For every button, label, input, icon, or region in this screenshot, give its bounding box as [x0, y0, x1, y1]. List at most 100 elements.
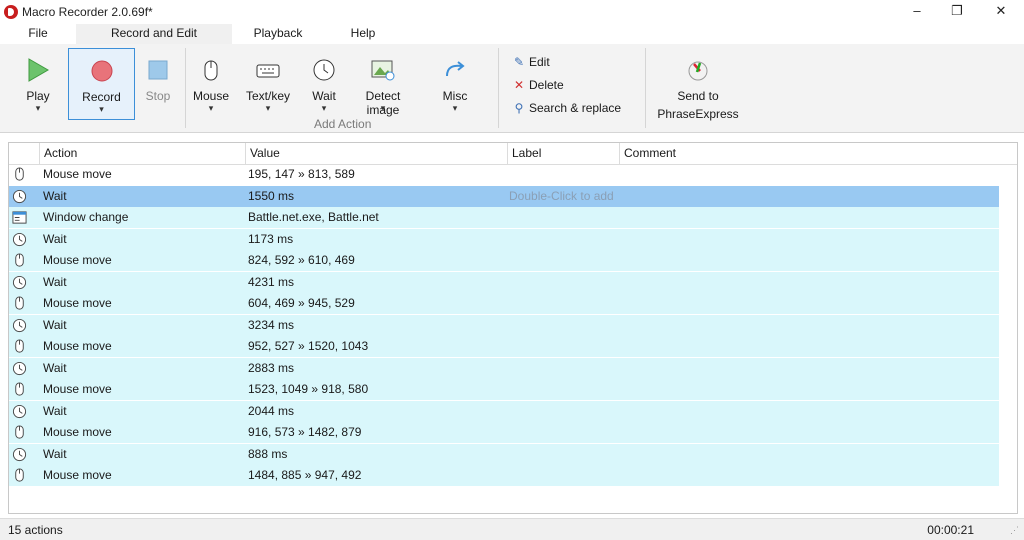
clock-icon — [12, 232, 27, 247]
table-row[interactable]: Mouse move 952, 527 » 1520, 1043 — [9, 336, 999, 357]
menu-bar: File Record and Edit Playback Help — [0, 24, 1024, 44]
value-cell: 888 ms — [248, 446, 288, 461]
action-count: 15 actions — [8, 523, 63, 537]
add-action-group-label: Add Action — [314, 117, 372, 131]
search-icon: ⚲ — [514, 101, 524, 115]
redo-arrow-icon — [446, 61, 465, 77]
value-cell: 916, 573 » 1482, 879 — [248, 425, 362, 439]
keyboard-icon — [256, 64, 280, 78]
clock-icon — [12, 318, 27, 333]
menu-record-and-edit[interactable]: Record and Edit — [76, 24, 232, 44]
action-cell: Wait — [43, 446, 67, 461]
action-cell: Wait — [43, 403, 67, 418]
action-cell: Wait — [43, 188, 67, 203]
mouse-icon — [12, 253, 27, 268]
mouse-icon — [12, 468, 27, 483]
column-header-label[interactable]: Label — [507, 143, 619, 164]
resize-grip-icon[interactable]: ⋰ — [1010, 525, 1020, 535]
wait-dropdown-caret[interactable]: ▾ — [302, 103, 346, 114]
table-row[interactable]: Mouse move 604, 469 » 945, 529 — [9, 293, 999, 314]
ribbon-toolbar: Play ▾ Record ▾ Stop Mouse ▾ Text/key ▾ … — [0, 44, 1024, 133]
action-cell: Mouse move — [43, 339, 112, 353]
table-row[interactable]: Window change Battle.net.exe, Battle.net — [9, 207, 999, 228]
clock-icon — [313, 59, 335, 81]
table-row[interactable]: Wait 2883 ms — [9, 357, 999, 379]
table-row[interactable]: Mouse move 824, 592 » 610, 469 — [9, 250, 999, 271]
table-row[interactable]: Mouse move 1484, 885 » 947, 492 — [9, 465, 999, 486]
play-dropdown-caret[interactable]: ▾ — [8, 103, 68, 114]
mouse-icon — [12, 167, 27, 182]
table-row[interactable]: Wait 1550 ms Double-Click to add la — [9, 185, 999, 207]
column-header-comment[interactable]: Comment — [619, 143, 999, 164]
column-icon-header — [9, 143, 39, 164]
table-row[interactable]: Mouse move 916, 573 » 1482, 879 — [9, 422, 999, 443]
action-cell: Mouse move — [43, 253, 112, 267]
record-button[interactable]: Record ▾ — [68, 48, 135, 120]
mouse-icon — [12, 339, 27, 354]
action-cell: Wait — [43, 317, 67, 332]
maximize-button[interactable]: ❐ — [934, 0, 980, 24]
menu-file[interactable]: File — [18, 24, 58, 44]
stop-button[interactable]: Stop — [136, 48, 180, 118]
misc-dropdown-caret[interactable]: ▾ — [432, 103, 478, 114]
textkey-action-button[interactable]: Text/key ▾ — [240, 48, 296, 118]
misc-label: Misc — [442, 89, 468, 103]
value-cell: 1484, 885 » 947, 492 — [248, 468, 362, 482]
value-cell: 1550 ms — [248, 188, 295, 203]
clock-icon — [12, 361, 27, 376]
ribbon-separator — [498, 48, 499, 128]
edit-button[interactable]: ✎ Edit — [512, 55, 550, 73]
mouse-icon — [12, 296, 27, 311]
value-cell: 195, 147 » 813, 589 — [248, 167, 355, 181]
table-row[interactable]: Wait 888 ms — [9, 443, 999, 465]
action-cell: Wait — [43, 360, 67, 375]
clock-icon — [12, 189, 27, 204]
mouse-icon — [204, 60, 218, 81]
column-header-value[interactable]: Value — [245, 143, 507, 164]
ribbon-separator — [185, 48, 186, 128]
menu-playback[interactable]: Playback — [245, 24, 311, 44]
record-dropdown-caret[interactable]: ▾ — [69, 104, 134, 115]
column-header-action[interactable]: Action — [39, 143, 245, 164]
macro-action-list[interactable]: Action Value Label Comment Mouse move 195… — [8, 142, 1018, 514]
action-cell: Wait — [43, 274, 67, 289]
value-cell: 1523, 1049 » 918, 580 — [248, 382, 369, 396]
close-button[interactable]: ✕ — [978, 0, 1024, 24]
pencil-icon: ✎ — [513, 55, 525, 69]
value-cell: 2044 ms — [248, 403, 295, 418]
value-cell: 3234 ms — [248, 317, 295, 332]
play-icon — [28, 58, 49, 82]
table-row[interactable]: Mouse move 195, 147 » 813, 589 — [9, 164, 999, 185]
table-row[interactable]: Mouse move 1523, 1049 » 918, 580 — [9, 379, 999, 400]
textkey-label: Text/key — [245, 89, 290, 103]
delete-label: Delete — [529, 78, 564, 92]
menu-help[interactable]: Help — [338, 24, 388, 44]
misc-action-button[interactable]: Misc ▾ — [432, 48, 478, 118]
send-to-phraseexpress-button[interactable]: Send to PhraseExpress — [652, 48, 744, 121]
label-placeholder[interactable]: Double-Click to add la — [509, 186, 617, 207]
record-label: Record — [82, 90, 121, 104]
table-row[interactable]: Wait 1173 ms — [9, 228, 999, 250]
detect-image-dropdown-caret[interactable]: ▾ — [348, 103, 418, 114]
phraseexpress-label: PhraseExpress — [657, 107, 739, 121]
mouse-action-button[interactable]: Mouse ▾ — [188, 48, 234, 118]
status-bar: 15 actions 00:00:21 ⋰ — [0, 518, 1024, 540]
action-cell: Mouse move — [43, 425, 112, 439]
table-row[interactable]: Wait 2044 ms — [9, 400, 999, 422]
search-replace-button[interactable]: ⚲ Search & replace — [512, 101, 621, 119]
mouse-dropdown-caret[interactable]: ▾ — [188, 103, 234, 114]
edit-label: Edit — [529, 55, 550, 69]
ribbon-separator — [645, 48, 646, 128]
detect-image-button[interactable]: Detect image ▾ — [348, 48, 418, 118]
delete-button[interactable]: ✕ Delete — [512, 78, 564, 96]
table-row[interactable]: Wait 3234 ms — [9, 314, 999, 336]
play-label: Play — [26, 89, 50, 103]
clock-icon — [12, 275, 27, 290]
search-replace-label: Search & replace — [529, 101, 622, 115]
textkey-dropdown-caret[interactable]: ▾ — [240, 103, 296, 114]
phraseexpress-icon — [688, 61, 708, 81]
mouse-label: Mouse — [192, 89, 230, 103]
wait-action-button[interactable]: Wait ▾ — [302, 48, 346, 118]
play-button[interactable]: Play ▾ — [8, 48, 68, 118]
table-row[interactable]: Wait 4231 ms — [9, 271, 999, 293]
